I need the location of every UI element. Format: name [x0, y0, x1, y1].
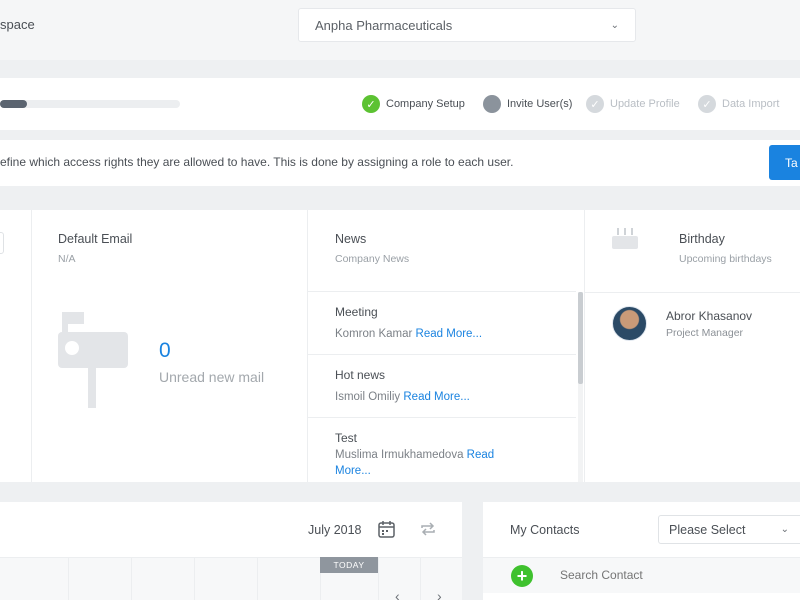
calendar-grid — [0, 557, 462, 600]
contacts-filter-select[interactable]: Please Select ⌄ — [658, 515, 800, 544]
mailbox-icon — [58, 312, 128, 408]
news-scrollbar-thumb[interactable] — [578, 292, 583, 384]
news-item-title: Test — [335, 431, 358, 445]
read-more-link[interactable]: Read More... — [416, 328, 482, 340]
info-banner-text: efine which access rights they are allow… — [0, 155, 514, 169]
chevron-left-icon[interactable]: ‹ — [395, 588, 400, 600]
unread-mail-label: Unread new mail — [159, 369, 265, 385]
step-label: Update Profile — [610, 98, 680, 110]
contacts-title: My Contacts — [510, 523, 580, 537]
divider — [31, 210, 32, 482]
workspace-label: space — [0, 17, 35, 32]
setup-progress-fill — [0, 100, 27, 108]
check-icon: ✓ — [698, 95, 716, 113]
check-icon: ✓ — [362, 95, 380, 113]
calendar-column — [378, 557, 379, 600]
step-update-profile[interactable]: ✓ Update Profile — [586, 94, 680, 114]
divider — [585, 292, 800, 293]
news-item[interactable]: Test Muslima Irmukhamedova Read More... — [308, 431, 576, 482]
news-widget-subtitle: Company News — [335, 253, 410, 265]
chevron-down-icon: ⌄ — [780, 524, 789, 535]
banner-action-button[interactable]: Ta — [769, 145, 800, 180]
news-item[interactable]: Hot news Ismoil Omiliy Read More... — [308, 368, 576, 418]
divider — [308, 291, 576, 292]
birthday-person-name[interactable]: Abror Khasanov — [666, 309, 752, 323]
calendar-icon[interactable] — [378, 520, 395, 538]
search-contact-input[interactable] — [560, 568, 760, 582]
step-label: Company Setup — [386, 98, 465, 110]
repeat-icon[interactable] — [419, 520, 437, 538]
calendar-column — [194, 557, 195, 600]
read-more-link[interactable]: Read More... — [403, 391, 469, 403]
setup-progress-track — [0, 100, 180, 108]
calendar-column — [131, 557, 132, 600]
step-data-import[interactable]: ✓ Data Import — [698, 94, 779, 114]
contacts-filter-value: Please Select — [669, 522, 746, 537]
step-company-setup[interactable]: ✓ Company Setup — [362, 94, 465, 114]
company-select[interactable]: Anpha Pharmaceuticals ⌄ — [298, 8, 636, 42]
avatar[interactable] — [612, 306, 647, 341]
step-label: Invite User(s) — [507, 98, 573, 110]
email-widget-title: Default Email — [58, 232, 133, 246]
news-widget-title: News — [335, 232, 367, 246]
news-item-title: Hot news — [335, 368, 386, 382]
news-item-title: Meeting — [335, 305, 378, 319]
divider — [584, 210, 585, 482]
unread-mail-count[interactable]: 0 — [159, 339, 171, 363]
email-widget-subtitle: N/A — [58, 253, 76, 265]
widget-control[interactable] — [0, 232, 4, 254]
calendar-column — [420, 557, 421, 600]
step-label: Data Import — [722, 98, 780, 110]
check-icon: ✓ — [586, 95, 604, 113]
calendar-column — [68, 557, 69, 600]
news-item-author: Komron Kamar — [335, 328, 413, 340]
birthday-person-role: Project Manager — [666, 327, 744, 339]
calendar-column — [257, 557, 258, 600]
company-select-value: Anpha Pharmaceuticals — [315, 17, 453, 33]
today-badge: TODAY — [320, 557, 378, 573]
chevron-right-icon[interactable]: › — [437, 588, 442, 600]
step-current-icon — [483, 95, 501, 113]
news-item[interactable]: Meeting Komron Kamar Read More... — [308, 305, 576, 355]
news-item-author: Ismoil Omiliy — [335, 391, 401, 403]
plus-icon[interactable]: + — [511, 565, 533, 587]
news-item-author: Muslima Irmukhamedova — [335, 449, 464, 461]
chevron-down-icon: ⌄ — [610, 19, 619, 31]
birthday-widget-subtitle: Upcoming birthdays — [679, 253, 772, 265]
cake-icon — [612, 228, 638, 249]
step-invite-users[interactable]: Invite User(s) — [483, 94, 572, 114]
birthday-widget-title: Birthday — [679, 232, 725, 246]
calendar-month: July 2018 — [308, 523, 362, 537]
